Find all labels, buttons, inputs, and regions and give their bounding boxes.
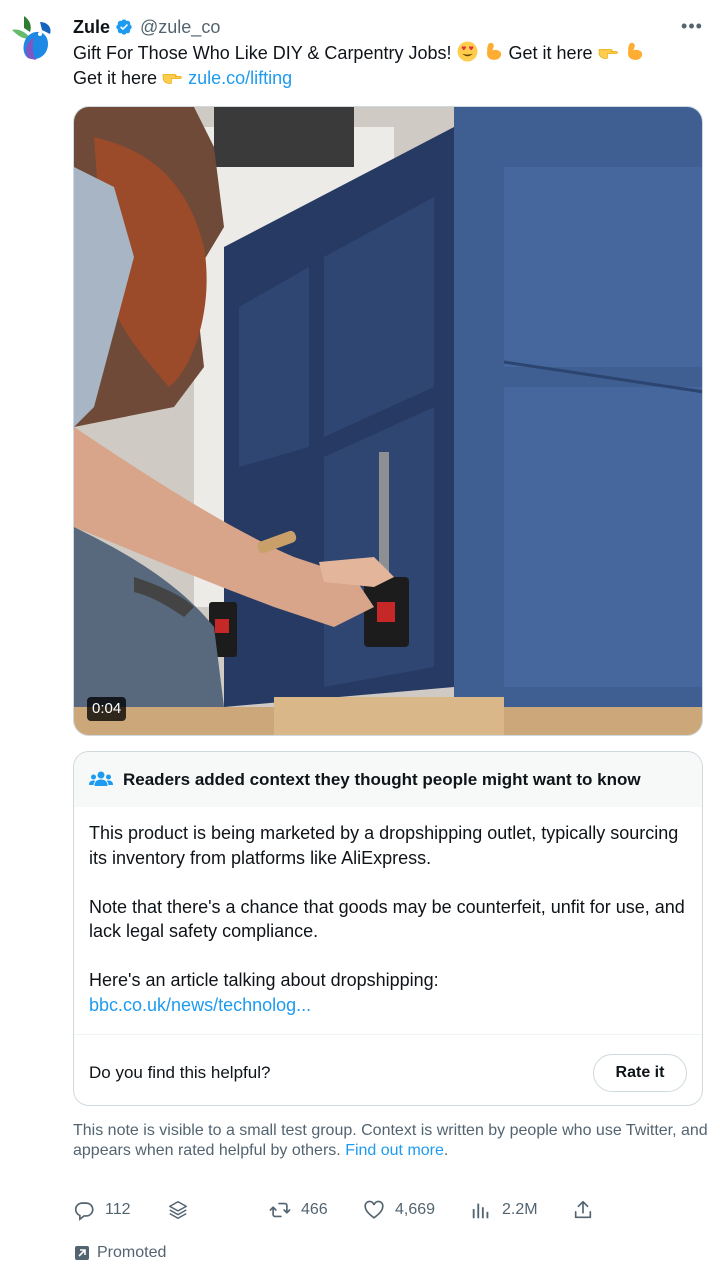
note-article-link[interactable]: bbc.co.uk/news/technolog... xyxy=(89,995,311,1015)
people-icon xyxy=(89,771,113,786)
heart-icon xyxy=(364,1200,384,1219)
tweet-text-line1-tail: Get it here xyxy=(508,43,593,63)
video-frame-image xyxy=(74,107,702,735)
note-paragraph: Here's an article talking about dropship… xyxy=(89,970,439,990)
zule-logo-avatar[interactable] xyxy=(10,14,54,64)
tweet-video[interactable]: 0:04 xyxy=(73,106,703,736)
note-paragraph: This product is being marketed by a drop… xyxy=(89,823,679,868)
more-options-icon[interactable]: ••• xyxy=(680,14,704,38)
retweet-button[interactable]: 466 xyxy=(269,1196,328,1224)
tweet-actions: 112 466 4,669 2.2M xyxy=(73,1196,633,1224)
tweet-text-line2: Get it here xyxy=(73,68,158,88)
promoted-label: Promoted xyxy=(75,1244,166,1262)
community-note-title: Readers added context they thought peopl… xyxy=(123,769,641,789)
share-button[interactable] xyxy=(572,1196,594,1224)
note-disclaimer: This note is visible to a small test gro… xyxy=(73,1121,708,1161)
heart-eyes-emoji-icon xyxy=(457,41,477,62)
author-handle[interactable]: @zule_co xyxy=(140,17,220,38)
share-icon xyxy=(574,1200,592,1219)
rate-it-button[interactable]: Rate it xyxy=(593,1054,687,1092)
find-out-more-link[interactable]: Find out more xyxy=(345,1142,444,1159)
verified-badge-icon[interactable] xyxy=(115,18,133,36)
flexed-biceps-emoji-icon xyxy=(627,42,642,60)
views-button[interactable]: 2.2M xyxy=(470,1196,538,1224)
flexed-biceps-emoji-icon xyxy=(486,42,501,60)
like-count: 4,669 xyxy=(395,1201,436,1218)
tweet-text-line1: Gift For Those Who Like DIY & Carpentry … xyxy=(73,43,452,63)
analytics-icon xyxy=(472,1203,489,1219)
like-button[interactable]: 4,669 xyxy=(363,1196,435,1224)
community-note-body: This product is being marketed by a drop… xyxy=(74,807,702,1017)
reply-icon xyxy=(74,1202,94,1221)
pointing-right-emoji-icon xyxy=(598,49,618,59)
community-note: Readers added context they thought peopl… xyxy=(73,751,703,1106)
reply-button[interactable]: 112 xyxy=(73,1196,131,1224)
note-paragraph: Note that there's a chance that goods ma… xyxy=(89,896,685,942)
helpful-question: Do you find this helpful? xyxy=(89,1063,271,1082)
retweet-icon xyxy=(269,1202,291,1218)
community-note-header[interactable]: Readers added context they thought peopl… xyxy=(74,752,702,807)
author-name[interactable]: Zule xyxy=(73,17,110,38)
tweet-text: Gift For Those Who Like DIY & Carpentry … xyxy=(73,41,703,91)
note-divider xyxy=(74,1034,702,1035)
promoted-icon xyxy=(75,1246,89,1260)
pointing-right-emoji-icon xyxy=(162,74,182,84)
view-count: 2.2M xyxy=(502,1201,538,1218)
promoted-text: Promoted xyxy=(97,1244,167,1261)
note-rating-row: Do you find this helpful? Rate it xyxy=(89,1054,687,1092)
retweet-count: 466 xyxy=(301,1201,328,1218)
stack-button[interactable] xyxy=(167,1196,189,1224)
disclaimer-trailing: . xyxy=(443,1142,449,1159)
reply-count: 112 xyxy=(105,1201,131,1218)
tweet-header: Zule @zule_co xyxy=(73,14,220,40)
layers-icon xyxy=(169,1201,187,1219)
video-duration-badge: 0:04 xyxy=(87,697,127,721)
tweet-link[interactable]: zule.co/lifting xyxy=(188,68,292,88)
